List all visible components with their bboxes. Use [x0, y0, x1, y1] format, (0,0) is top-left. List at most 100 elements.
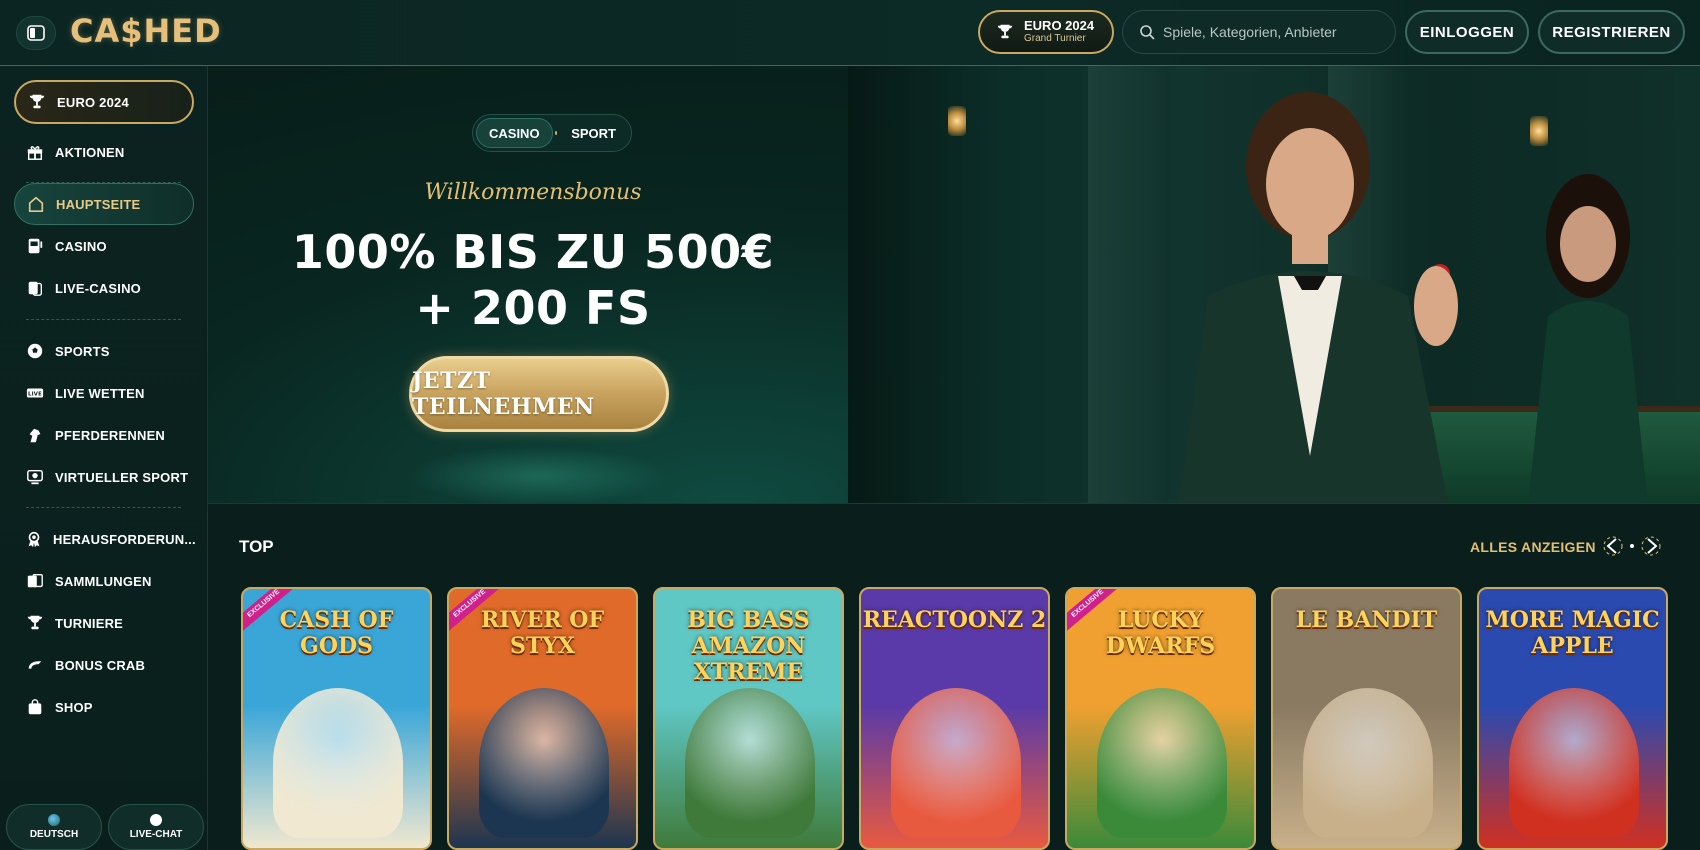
- hero-image: [848, 66, 1700, 503]
- game-artwork: [273, 688, 403, 838]
- chevron-right-icon[interactable]: [1640, 535, 1662, 557]
- trophy-icon: [997, 24, 1013, 39]
- carousel-nav: [1602, 535, 1662, 557]
- language-selector[interactable]: DEUTSCH: [6, 804, 102, 850]
- sidebar-item-label: LIVE WETTEN: [55, 385, 145, 401]
- wall-sconce: [948, 106, 966, 136]
- euro-title: EURO 2024: [1024, 18, 1095, 33]
- game-title: LE BANDIT: [1295, 607, 1438, 633]
- game-card[interactable]: LUCKY DWARFS EXCLUSIVE: [1065, 587, 1256, 850]
- horse-icon: [25, 425, 45, 445]
- sidebar-item-label: PFERDERENNEN: [55, 427, 166, 443]
- nav-separator: [1630, 544, 1634, 548]
- game-card[interactable]: LE BANDIT: [1271, 587, 1462, 850]
- sidebar-item-label: VIRTUELLER SPORT: [55, 469, 189, 485]
- cashed-logo[interactable]: CA$HED: [70, 12, 222, 50]
- game-artwork: [479, 688, 609, 838]
- trophy-icon: [25, 613, 45, 633]
- join-now-button[interactable]: JETZT TEILNEHMEN: [409, 356, 669, 432]
- game-title: MORE MAGIC APPLE: [1485, 607, 1660, 659]
- sidebar-divider: [26, 507, 181, 508]
- sidebar-item-label: CASINO: [55, 238, 107, 254]
- sidebar-divider: [26, 319, 181, 320]
- euro-2024-tournament-button[interactable]: EURO 2024 Grand Turnier: [978, 10, 1114, 54]
- sidebar-item-sammlungen[interactable]: SAMMLUNGEN: [14, 560, 194, 602]
- virtual-sport-icon: [25, 467, 45, 487]
- game-artwork: [891, 688, 1021, 838]
- tab-casino[interactable]: CASINO: [476, 118, 553, 148]
- game-carousel: CASH OF GODS EXCLUSIVE RIVER OF STYX EXC…: [241, 587, 1668, 850]
- hero-glow: [408, 446, 668, 503]
- bonus-headline: 100% BIS ZU 500€ + 200 FS: [208, 224, 858, 336]
- sidebar-item-bonus-crab[interactable]: BONUS CRAB: [14, 644, 194, 686]
- game-card[interactable]: CASH OF GODS EXCLUSIVE: [241, 587, 432, 850]
- search-bar[interactable]: [1122, 10, 1396, 54]
- sidebar-toggle-icon: [27, 25, 45, 41]
- see-all-link[interactable]: ALLES ANZEIGEN: [1470, 539, 1596, 555]
- bonus-headline-line2: + 200 FS: [415, 281, 651, 335]
- chevron-left-icon[interactable]: [1602, 535, 1624, 557]
- sidebar-footer: DEUTSCH LIVE-CHAT: [0, 804, 208, 850]
- home-icon: [26, 194, 46, 214]
- game-title: RIVER OF STYX: [480, 607, 605, 659]
- sidebar-item-label: AKTIONEN: [55, 144, 125, 160]
- globe-icon: [48, 814, 60, 826]
- svg-text:LIVE: LIVE: [28, 392, 42, 398]
- sidebar-item-hauptseite[interactable]: HAUPTSEITE: [14, 183, 194, 225]
- tab-sport[interactable]: SPORT: [559, 118, 628, 148]
- crab-icon: [25, 655, 45, 675]
- sidebar-item-live-wetten[interactable]: LIVE LIVE WETTEN: [14, 372, 194, 414]
- section-title: TOP: [239, 537, 274, 556]
- euro-subtitle: Grand Turnier: [1024, 33, 1086, 44]
- top-games-section: TOP ALLES ANZEIGEN CASH OF GODS EXCLUSIV…: [208, 505, 1700, 850]
- welcome-bonus-label: Willkommensbonus: [424, 180, 642, 205]
- sidebar-item-euro-2024[interactable]: EURO 2024: [14, 80, 194, 124]
- sidebar-item-shop[interactable]: SHOP: [14, 686, 194, 728]
- game-card[interactable]: BIG BASS AMAZON XTREME: [653, 587, 844, 850]
- tab-separator: [554, 131, 558, 135]
- sidebar-item-live-casino[interactable]: LIVE-CASINO: [14, 267, 194, 309]
- sidebar-item-label: EURO 2024: [57, 94, 129, 110]
- sidebar-item-pferderennen[interactable]: PFERDERENNEN: [14, 414, 194, 456]
- sidebar-item-turniere[interactable]: TURNIERE: [14, 602, 194, 644]
- wall-sconce: [1530, 116, 1548, 146]
- sidebar-item-sports[interactable]: SPORTS: [14, 330, 194, 372]
- live-chat-button[interactable]: LIVE-CHAT: [108, 804, 204, 850]
- register-button[interactable]: REGISTRIEREN: [1538, 10, 1685, 54]
- sidebar-item-label: TURNIERE: [55, 615, 124, 631]
- game-title: REACTOONZ 2: [862, 607, 1047, 633]
- login-button[interactable]: EINLOGGEN: [1405, 10, 1529, 54]
- gift-icon: [25, 142, 45, 162]
- sidebar-item-label: BONUS CRAB: [55, 657, 146, 673]
- sidebar-item-aktionen[interactable]: AKTIONEN: [14, 131, 194, 173]
- language-label: DEUTSCH: [29, 829, 79, 840]
- slot-machine-icon: [25, 236, 45, 256]
- live-icon: LIVE: [25, 383, 45, 403]
- game-artwork: [685, 688, 815, 838]
- sidebar-item-casino[interactable]: CASINO: [14, 225, 194, 267]
- sidebar-item-label: SHOP: [55, 699, 93, 715]
- help-icon: [150, 814, 162, 826]
- game-card[interactable]: RIVER OF STYX EXCLUSIVE: [447, 587, 638, 850]
- hero-man-illustration: [1178, 92, 1458, 503]
- game-card[interactable]: MORE MAGIC APPLE: [1477, 587, 1668, 850]
- top-header: CA$HED EURO 2024 Grand Turnier EINLOGGEN…: [0, 0, 1700, 66]
- sidebar-item-herausforderungen[interactable]: HERAUSFORDERUN...: [14, 518, 196, 560]
- game-artwork: [1303, 688, 1433, 838]
- search-input[interactable]: [1163, 24, 1383, 40]
- game-card[interactable]: REACTOONZ 2: [859, 587, 1050, 850]
- hero-banner: CASINO SPORT Willkommensbonus 100% BIS Z…: [208, 66, 1700, 504]
- game-artwork: [1097, 688, 1227, 838]
- bonus-headline-line1: 100% BIS ZU 500€: [291, 225, 775, 279]
- game-title: BIG BASS AMAZON XTREME: [687, 607, 810, 685]
- game-title: CASH OF GODS: [279, 607, 394, 659]
- soccer-ball-icon: [25, 341, 45, 361]
- hero-tab-switch: CASINO SPORT: [472, 114, 632, 152]
- sidebar-item-virtueller-sport[interactable]: VIRTUELLER SPORT: [14, 456, 194, 498]
- game-title: LUCKY DWARFS: [1105, 607, 1216, 659]
- sidebar-toggle-button[interactable]: [16, 16, 56, 50]
- sidebar: EURO 2024 AKTIONEN HAUPTSEITE CASINO LIV…: [0, 66, 208, 850]
- shop-bag-icon: [25, 697, 45, 717]
- hero-woman-illustration: [1528, 174, 1648, 503]
- cards-icon: [25, 278, 45, 298]
